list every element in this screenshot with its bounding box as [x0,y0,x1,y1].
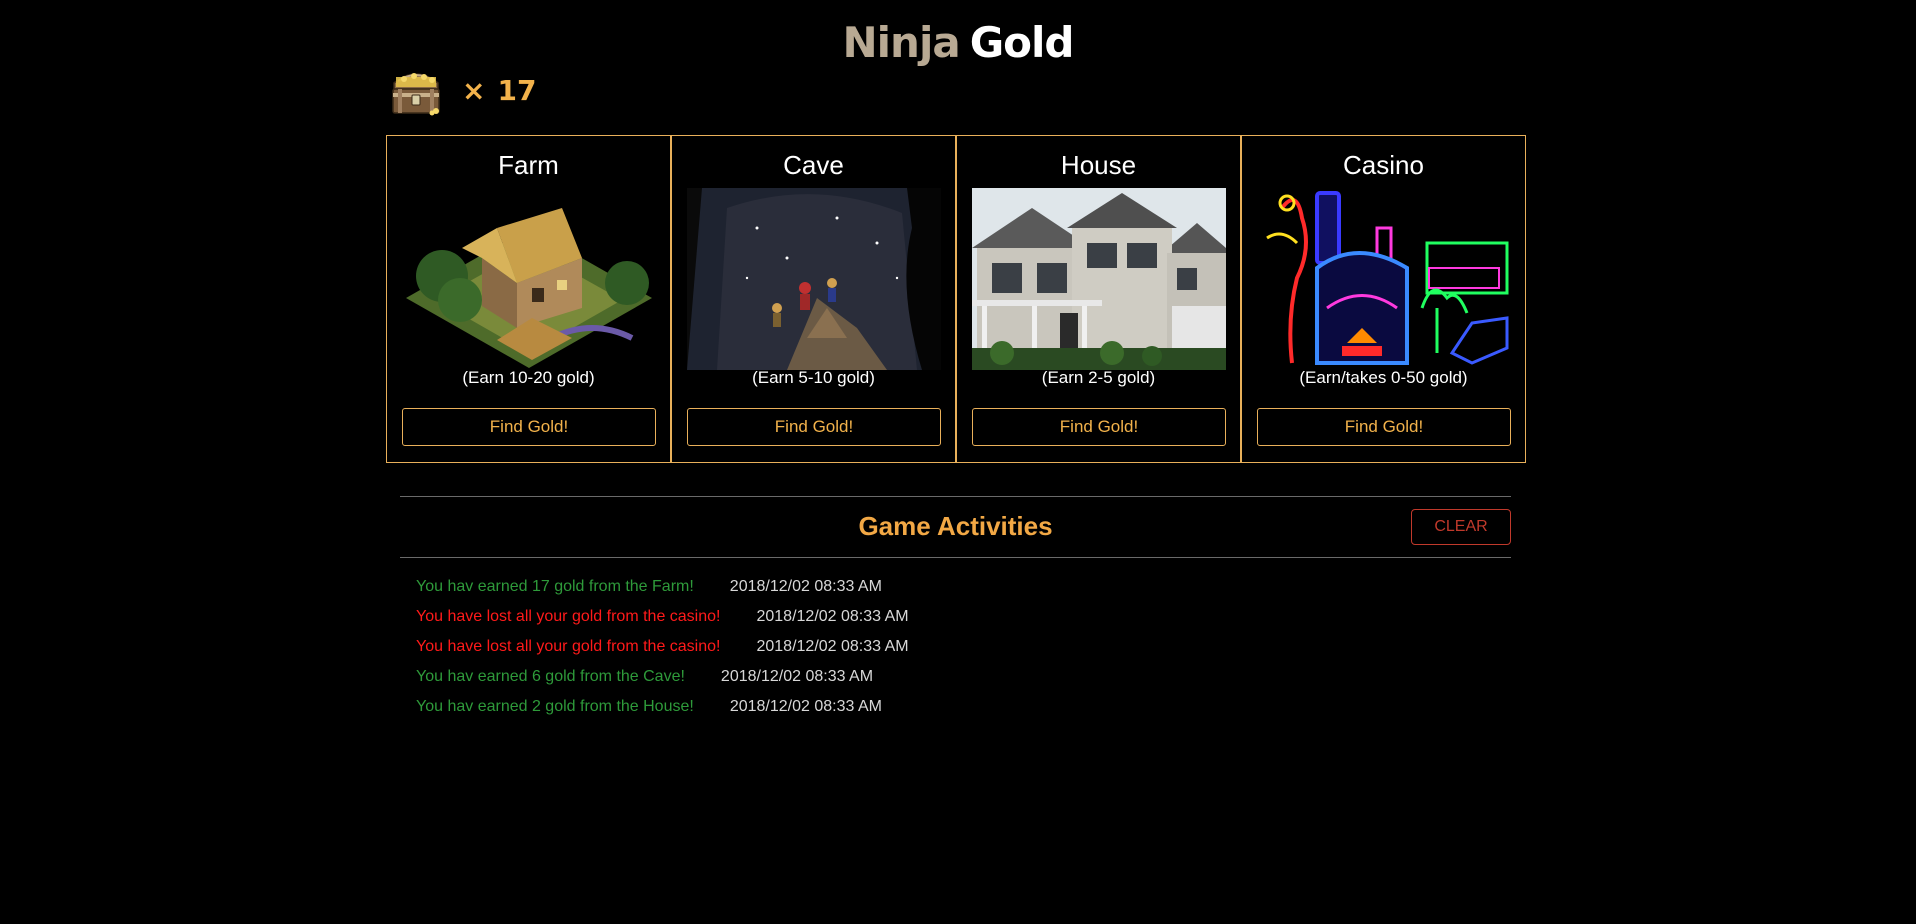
building-farm: Farm (Earn 10-20 gold) Find Gold! [386,135,671,463]
buildings-row: Farm (Earn 10-20 gold) Find Gold! Cave (… [386,135,1526,463]
building-earn: (Earn 2-5 gold) [1041,368,1156,387]
page-title: Ninja Gold [0,18,1916,67]
activity-message: You hav earned 17 gold from the Farm! [416,578,694,595]
find-gold-house-button[interactable]: Find Gold! [972,408,1226,446]
building-earn: (Earn 5-10 gold) [752,368,875,387]
find-gold-casino-button[interactable]: Find Gold! [1257,408,1511,446]
gold-amount: 17 [497,73,537,107]
find-gold-cave-button[interactable]: Find Gold! [687,408,941,446]
activity-timestamp: 2018/12/02 08:33 AM [729,698,882,715]
cave-image [687,188,941,370]
house-image [972,188,1226,370]
find-gold-farm-button[interactable]: Find Gold! [402,408,656,446]
list-item: You have lost all your gold from the cas… [416,602,1506,632]
building-title: Farm [498,150,559,180]
building-earn: (Earn 10-20 gold) [462,368,595,387]
activity-timestamp: 2018/12/02 08:33 AM [729,578,882,595]
building-title: House [1060,150,1137,180]
clear-button[interactable]: CLEAR [1411,509,1511,545]
treasure-chest-icon [388,63,444,117]
activity-timestamp: 2018/12/02 08:33 AM [756,608,909,625]
activity-message: You have lost all your gold from the cas… [416,608,721,625]
multiplier-icon: × [462,73,486,107]
building-earn: (Earn/takes 0-50 gold) [1299,368,1468,387]
list-item: You hav earned 6 gold from the Cave! 2018… [416,662,1506,692]
activity-message: You hav earned 2 gold from the House! [416,698,694,715]
activity-message: You hav earned 6 gold from the Cave! [416,668,685,685]
activity-timestamp: 2018/12/02 08:33 AM [756,638,909,655]
title-gold: Gold [969,18,1075,67]
activity-log: You hav earned 17 gold from the Farm! 201… [416,572,1506,722]
building-title: Cave [783,150,844,180]
list-item: You hav earned 17 gold from the Farm! 201… [416,572,1506,602]
title-ninja: Ninja [842,18,961,67]
activity-message: You have lost all your gold from the cas… [416,638,721,655]
list-item: You have lost all your gold from the cas… [416,632,1506,662]
building-cave: Cave (Earn 5-10 gold) Find Gold! [671,135,956,463]
activities-title: Game Activities [858,511,1053,541]
building-title: Casino [1343,150,1424,180]
activities-header: Game Activities CLEAR [400,496,1511,558]
farm-image [406,208,652,368]
building-house: House (Earn 2-5 gold) Find Gold! [956,135,1241,463]
casino-image [1257,188,1511,370]
activity-timestamp: 2018/12/02 08:33 AM [720,668,874,685]
building-casino: Casino (Earn/takes 0-50 gold) Find Gold! [1241,135,1526,463]
list-item: You hav earned 2 gold from the House! 201… [416,692,1506,722]
gold-counter: × 17 [388,62,536,118]
